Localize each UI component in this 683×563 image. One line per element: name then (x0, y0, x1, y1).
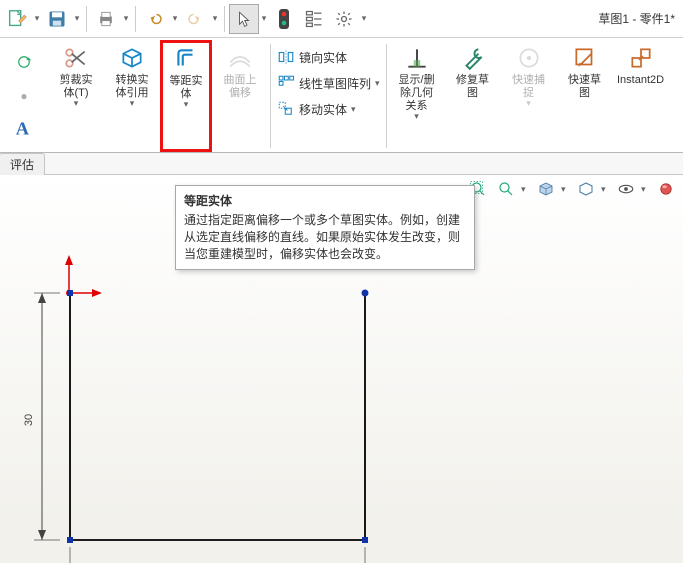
quicksketch-label: 快速草 图 (568, 74, 601, 100)
redo-button[interactable] (180, 4, 210, 34)
quick-sketch-icon (571, 44, 599, 72)
trim-label: 剪裁实 体(T) (60, 74, 93, 100)
print-button[interactable] (91, 4, 121, 34)
scissors-icon (62, 44, 90, 72)
svg-text:A: A (16, 118, 30, 138)
repair-sketch-button[interactable]: 修复草 图 (449, 42, 497, 102)
ribbon: ● A 剪裁实 体(T) 转换实 体引用 等距实 体 曲面上 偏移 (0, 38, 683, 153)
surface-offset-col: 曲面上 偏移 (212, 40, 268, 152)
convert-dropdown[interactable] (130, 100, 135, 109)
undo-dropdown[interactable]: ▾ (170, 13, 180, 24)
mirror-label: 镜向实体 (299, 49, 347, 66)
convert-label: 转换实 体引用 (116, 74, 149, 100)
separator (86, 6, 87, 32)
perpendicular-icon (403, 44, 431, 72)
move-entities-button[interactable]: 移动实体 ▾ (277, 98, 380, 120)
endpoint[interactable] (67, 290, 73, 296)
trim-col: 剪裁实 体(T) (48, 40, 104, 152)
mirror-icon (277, 48, 295, 66)
tooltip-offset-entities: 等距实体 通过指定距离偏移一个或多个草图实体。例如，创建从选定直线偏移的直线。如… (175, 185, 475, 270)
select-button[interactable] (229, 4, 259, 34)
sketch-lines[interactable] (70, 293, 365, 540)
offset-col-highlighted: 等距实 体 (160, 40, 212, 152)
move-icon (277, 100, 295, 118)
save-button[interactable] (42, 4, 72, 34)
convert-col: 转换实 体引用 (104, 40, 160, 152)
endpoint[interactable] (362, 537, 368, 543)
instant2d-label: Instant2D (617, 74, 664, 87)
offset-icon (172, 45, 200, 73)
offset-dropdown[interactable] (184, 101, 189, 110)
snap-icon (515, 44, 543, 72)
move-label: 移动实体 (299, 101, 347, 118)
dim-height-value: 30 (23, 414, 35, 426)
linear-pattern-button[interactable]: 线性草图阵列 ▾ (277, 72, 380, 94)
separator (386, 44, 387, 148)
dot-icon[interactable]: ● (20, 89, 27, 103)
separator (224, 6, 225, 32)
form-icon[interactable] (299, 4, 329, 34)
mirror-entities-button[interactable]: 镜向实体 (277, 46, 380, 68)
dimension-height[interactable]: 30 (23, 293, 60, 540)
pattern-label: 线性草图阵列 (299, 75, 371, 92)
offset-label: 等距实 体 (170, 75, 203, 101)
instant2d-col: Instant2D (613, 40, 669, 152)
endpoint[interactable] (362, 290, 369, 297)
new-dropdown[interactable]: ▾ (32, 13, 42, 24)
trim-dropdown[interactable] (74, 100, 79, 109)
showrel-label: 显示/删 除几何 关系 (399, 74, 435, 113)
separator (135, 6, 136, 32)
small-tools-col: ● A (0, 40, 48, 152)
cube-icon (118, 44, 146, 72)
settings-dropdown[interactable]: ▾ (359, 13, 369, 24)
instant2d-icon (627, 44, 655, 72)
traffic-light-icon[interactable] (269, 4, 299, 34)
new-button[interactable] (2, 4, 32, 34)
repair-col: 修复草 图 (445, 40, 501, 152)
text-tool-icon[interactable]: A (13, 116, 35, 138)
print-dropdown[interactable]: ▾ (121, 13, 131, 24)
move-dropdown[interactable]: ▾ (351, 104, 356, 115)
quick-sketch-button[interactable]: 快速草 图 (561, 42, 609, 102)
quicksnap-col: 快速捕 捉 (501, 40, 557, 152)
showrel-dropdown[interactable] (414, 113, 419, 122)
dimension-width[interactable]: 40 (70, 547, 365, 563)
quicksketch-col: 快速草 图 (557, 40, 613, 152)
tooltip-body: 通过指定距离偏移一个或多个草图实体。例如，创建从选定直线偏移的直线。如果原始实体… (184, 212, 466, 263)
separator (270, 44, 271, 148)
surface-offset-label: 曲面上 偏移 (224, 74, 257, 100)
circle-arrow-icon[interactable] (15, 53, 33, 71)
quicksnap-label: 快速捕 捉 (512, 74, 545, 100)
surface-offset-button: 曲面上 偏移 (216, 42, 264, 102)
showrel-col: 显示/删 除几何 关系 (389, 40, 445, 152)
transform-stack: 镜向实体 线性草图阵列 ▾ 移动实体 ▾ (273, 40, 384, 152)
offset-entities-button[interactable]: 等距实 体 (163, 43, 209, 112)
redo-dropdown[interactable]: ▾ (210, 13, 220, 24)
save-dropdown[interactable]: ▾ (72, 13, 82, 24)
pattern-icon (277, 74, 295, 92)
endpoint[interactable] (67, 537, 73, 543)
undo-button[interactable] (140, 4, 170, 34)
tooltip-title: 等距实体 (184, 192, 466, 209)
convert-entities-button[interactable]: 转换实 体引用 (108, 42, 156, 111)
pattern-dropdown[interactable]: ▾ (375, 78, 380, 89)
quicksnap-dropdown (526, 100, 531, 109)
feature-tabs: 评估 (0, 153, 683, 175)
wrench-icon (459, 44, 487, 72)
document-title: 草图1 - 零件1* (598, 10, 675, 27)
select-dropdown[interactable]: ▾ (259, 13, 269, 24)
quick-access-toolbar: ▾ ▾ ▾ ▾ ▾ ▾ ▾ 草图1 - 零件1* (0, 0, 683, 38)
tab-evaluate[interactable]: 评估 (0, 153, 45, 175)
repair-label: 修复草 图 (456, 74, 489, 100)
show-delete-relations-button[interactable]: 显示/删 除几何 关系 (393, 42, 441, 124)
trim-entities-button[interactable]: 剪裁实 体(T) (52, 42, 100, 111)
settings-button[interactable] (329, 4, 359, 34)
quick-snap-button: 快速捕 捉 (505, 42, 553, 111)
surface-offset-icon (226, 44, 254, 72)
instant2d-button[interactable]: Instant2D (617, 42, 665, 89)
